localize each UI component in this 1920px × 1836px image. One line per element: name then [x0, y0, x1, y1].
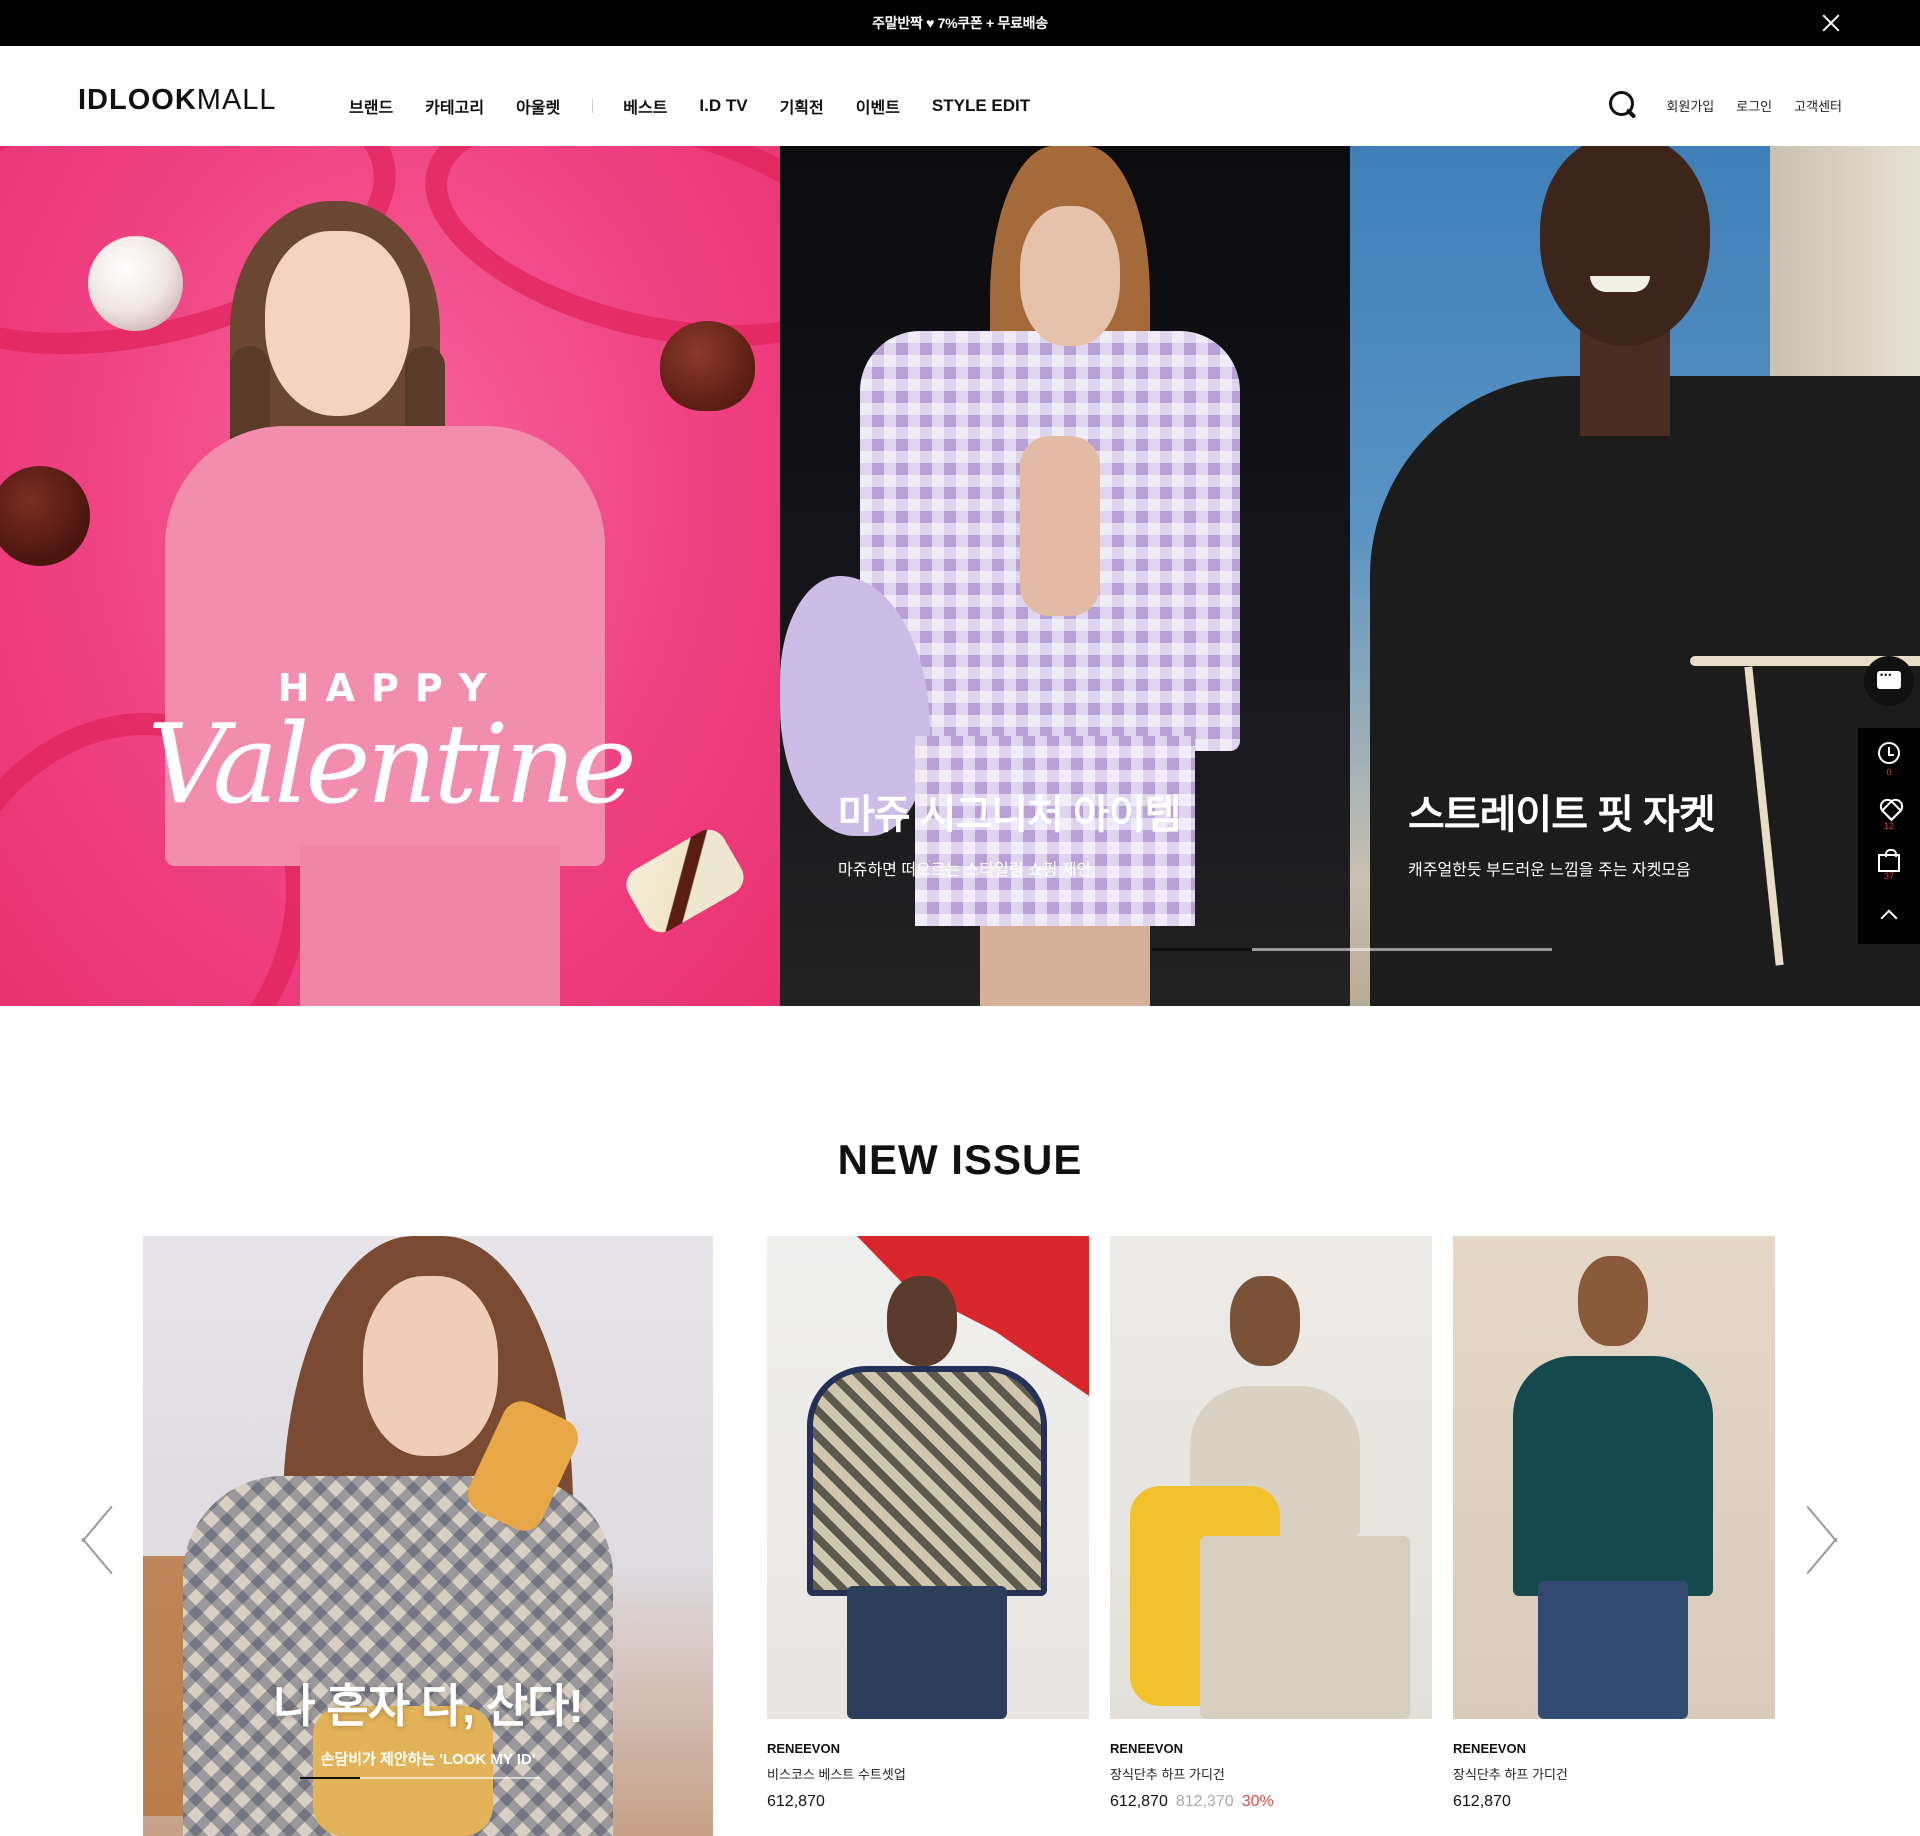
hero-banner: HAPPY Valentine 마쥬 시그니처 아이템 마쥬하면 떠오르는 스타… — [0, 146, 1920, 1006]
prev-arrow-icon[interactable] — [77, 1500, 117, 1568]
model-black-jacket — [1370, 376, 1920, 1006]
nav-id-tv[interactable]: I.D TV — [699, 96, 747, 116]
model-jeans — [1538, 1581, 1688, 1719]
product-name[interactable]: 비스코스 베스트 수트셋업 — [767, 1764, 1089, 1783]
product-brand: RENEEVON — [767, 1741, 840, 1756]
hero-caption: 스트레이트 핏 자켓 캐주얼한듯 부드러운 느낌을 주는 자켓모음 — [1408, 782, 1716, 880]
product-name[interactable]: 장식단추 하프 가디건 — [1110, 1764, 1432, 1783]
feature-banner[interactable]: 나 혼자 다, 산다! 손담비가 제안하는 'LOOK MY ID' — [143, 1236, 713, 1836]
scroll-top-button[interactable] — [1858, 904, 1920, 926]
product-image[interactable] — [1453, 1236, 1775, 1719]
nav-special[interactable]: 기획전 — [780, 94, 824, 118]
model-head — [1540, 146, 1710, 346]
valentine-script: Valentine — [147, 700, 636, 828]
wish-count: 12 — [1883, 821, 1894, 831]
white-chocolate — [88, 236, 183, 331]
logo-light-text: MALL — [196, 84, 277, 116]
hero-caption: 마쥬 시그니처 아이템 마쥬하면 떠오르는 스타일링 쇼핑 제안 — [838, 782, 1181, 880]
history-icon — [1878, 742, 1900, 764]
signup-link[interactable]: 회원가입 — [1666, 96, 1714, 115]
product-card[interactable]: RENEEVON 비스코스 베스트 수트셋업 612,870 — [767, 1236, 1089, 1811]
chevron-up-icon — [1878, 904, 1900, 926]
hero-slide-valentine[interactable]: HAPPY Valentine — [0, 146, 780, 1006]
login-link[interactable]: 로그인 — [1736, 96, 1772, 115]
feature-title: 나 혼자 다, 산다! — [273, 1680, 583, 1732]
chat-button[interactable] — [1864, 656, 1914, 706]
product-image[interactable] — [1110, 1236, 1432, 1719]
model-knit-pants — [1200, 1536, 1410, 1719]
hero-slide-progress[interactable] — [1152, 948, 1552, 951]
recent-viewed-button[interactable]: 0 — [1858, 742, 1920, 777]
model-torso — [1020, 436, 1100, 616]
product-price-row: 612,870 812,370 30% — [1110, 1793, 1432, 1811]
bar-chocolate — [619, 823, 751, 939]
product-discount-rate: 30% — [1241, 1793, 1274, 1810]
model-head — [1230, 1276, 1300, 1366]
hero-title: 마쥬 시그니처 아이템 — [838, 793, 1181, 837]
model-face — [265, 231, 410, 416]
dark-chocolate — [0, 466, 90, 566]
nav-best[interactable]: 베스트 — [623, 94, 667, 118]
wishlist-button[interactable]: 12 — [1858, 796, 1920, 831]
section-title-new-issue: NEW ISSUE — [837, 1136, 1083, 1183]
site-header: IDLOOKMALL 브랜드 카테고리 아울렛 베스트 I.D TV 기획전 이… — [0, 46, 1920, 146]
product-price: 612,870 — [767, 1793, 825, 1810]
hero-slide-maje[interactable]: 마쥬 시그니처 아이템 마쥬하면 떠오르는 스타일링 쇼핑 제안 — [780, 146, 1350, 1006]
site-logo[interactable]: IDLOOKMALL — [78, 84, 277, 117]
feature-slide-progress[interactable] — [300, 1777, 540, 1779]
promo-bar: 주말반짝 ♥ 7%쿠폰 + 무료배송 — [0, 0, 1920, 46]
search-icon[interactable] — [1608, 90, 1638, 120]
nav-divider — [592, 99, 594, 113]
nav-event[interactable]: 이벤트 — [856, 94, 900, 118]
product-brand: RENEEVON — [1110, 1741, 1183, 1756]
product-image[interactable] — [767, 1236, 1089, 1719]
promo-message[interactable]: 주말반짝 ♥ 7%쿠폰 + 무료배송 — [872, 13, 1048, 33]
hero-title: 스트레이트 핏 자켓 — [1408, 793, 1716, 837]
model-plaid-jacket — [807, 1366, 1047, 1596]
model-head — [887, 1276, 957, 1366]
feature-progress-fill — [300, 1777, 360, 1779]
feature-subtitle: 손담비가 제안하는 'LOOK MY ID' — [320, 1751, 536, 1768]
nav-category[interactable]: 카테고리 — [425, 94, 484, 118]
product-price: 612,870 — [1110, 1793, 1168, 1810]
product-card[interactable]: RENEEVON 장식단추 하프 가디건 612,870 812,370 30% — [1110, 1236, 1432, 1811]
product-price-row: 612,870 — [767, 1793, 1089, 1811]
product-price-row: 612,870 — [1453, 1793, 1775, 1811]
model-jeans — [847, 1586, 1007, 1719]
model-smile — [1590, 276, 1650, 292]
heart-icon — [1878, 796, 1900, 818]
product-original-price: 812,370 — [1175, 1793, 1234, 1810]
logo-bold-text: IDLOOK — [78, 84, 197, 116]
model-pink-skirt — [300, 846, 560, 1006]
model-face — [1020, 206, 1120, 346]
customer-center-link[interactable]: 고객센터 — [1794, 96, 1842, 115]
model-face — [363, 1276, 498, 1456]
next-arrow-icon[interactable] — [1802, 1500, 1842, 1568]
nav-outlet[interactable]: 아울렛 — [516, 94, 560, 118]
nav-style-edit[interactable]: STYLE EDIT — [932, 96, 1030, 116]
product-card[interactable]: RENEEVON 장식단추 하프 가디건 612,870 — [1453, 1236, 1775, 1811]
cart-count: 37 — [1883, 871, 1894, 881]
nav-brand[interactable]: 브랜드 — [349, 94, 393, 118]
product-name[interactable]: 장식단추 하프 가디건 — [1453, 1764, 1775, 1783]
hero-slide-jacket[interactable]: 스트레이트 핏 자켓 캐주얼한듯 부드러운 느낌을 주는 자켓모음 — [1350, 146, 1920, 1006]
model-green-cardigan — [1513, 1356, 1713, 1596]
shopping-bag-icon — [1878, 849, 1900, 872]
quick-menu: 0 12 37 — [1858, 728, 1920, 944]
product-price: 612,870 — [1453, 1793, 1511, 1810]
cart-button[interactable]: 37 — [1858, 849, 1920, 881]
recent-count: 0 — [1886, 767, 1892, 777]
hero-progress-fill — [1152, 948, 1252, 951]
hero-subtitle: 마쥬하면 떠오르는 스타일링 쇼핑 제안 — [838, 862, 1092, 879]
product-brand: RENEEVON — [1453, 1741, 1526, 1756]
heart-chocolate — [660, 321, 755, 411]
valentine-text: HAPPY Valentine — [120, 666, 660, 828]
close-icon[interactable] — [1820, 12, 1842, 34]
hero-subtitle: 캐주얼한듯 부드러운 느낌을 주는 자켓모음 — [1408, 862, 1691, 879]
feature-caption: 나 혼자 다, 산다! 손담비가 제안하는 'LOOK MY ID' — [143, 1670, 713, 1769]
utility-menu: 회원가입 로그인 고객센터 — [1608, 90, 1842, 120]
model-legs — [980, 926, 1150, 1006]
model-head — [1578, 1256, 1648, 1346]
main-nav: 브랜드 카테고리 아울렛 베스트 I.D TV 기획전 이벤트 STYLE ED… — [349, 94, 1062, 118]
